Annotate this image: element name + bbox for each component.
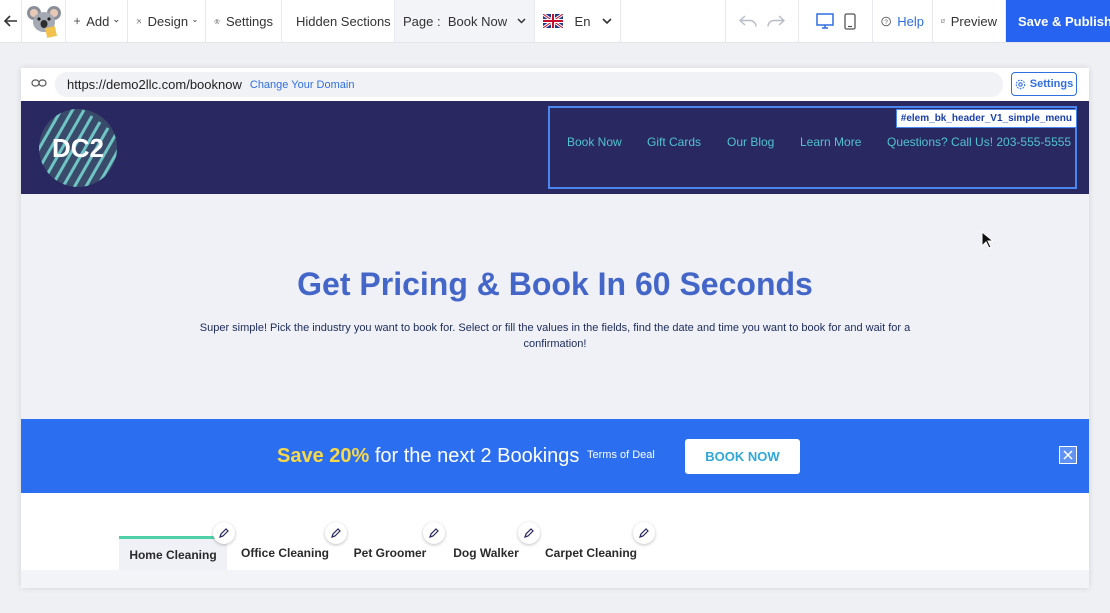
tab-home-cleaning[interactable]: Home Cleaning [119, 536, 227, 570]
pencil-icon [639, 528, 649, 538]
edit-tab-button[interactable] [423, 522, 445, 544]
tab-dog-walker[interactable]: Dog Walker [451, 536, 521, 570]
save-publish-button[interactable]: Save & Publish [1006, 0, 1110, 42]
header-menu-selection[interactable]: #elem_bk_header_V1_simple_menu Book Now … [548, 106, 1077, 189]
close-banner-button[interactable] [1059, 446, 1077, 464]
language-selector[interactable]: En [535, 0, 621, 42]
chevron-down-icon [193, 19, 197, 23]
site-header[interactable]: DC2 #elem_bk_header_V1_simple_menu Book … [21, 101, 1089, 194]
change-domain-link[interactable]: Change Your Domain [250, 79, 355, 91]
promo-text: Save 20% for the next 2 Bookings [277, 445, 579, 468]
industry-tabs: Home Cleaning Office Cleaning Pet Groome… [21, 493, 1089, 588]
question-circle-icon: ? [881, 16, 891, 26]
link-icon [31, 79, 47, 87]
add-label: Add [86, 13, 110, 29]
arrow-left-icon [3, 15, 17, 27]
menu-item-our-blog[interactable]: Our Blog [727, 135, 774, 149]
mouse-cursor-icon [981, 231, 993, 249]
page-selector-text: Page : Book Now [403, 14, 507, 29]
help-button[interactable]: ? Help [873, 0, 933, 42]
pencil-icon [524, 528, 534, 538]
settings-button[interactable]: Settings [206, 0, 282, 42]
menu-item-learn-more[interactable]: Learn More [800, 135, 861, 149]
pencil-icon [331, 528, 341, 538]
menu-item-call-us[interactable]: Questions? Call Us! 203-555-5555 [887, 135, 1071, 149]
tab-pet-groomer[interactable]: Pet Groomer [351, 536, 429, 570]
design-label: Design [147, 13, 189, 29]
promo-rest: for the next 2 Bookings [369, 445, 580, 467]
tab-office-cleaning[interactable]: Office Cleaning [238, 536, 332, 570]
page-settings-button[interactable]: Settings [1011, 72, 1077, 96]
preview-button[interactable]: Preview [933, 0, 1006, 42]
hero-subtitle: Super simple! Pick the industry you want… [199, 322, 911, 350]
save-publish-label: Save & Publish [1018, 13, 1110, 29]
menu-item-gift-cards[interactable]: Gift Cards [647, 135, 701, 149]
plus-icon [74, 17, 81, 25]
help-label: Help [897, 13, 924, 29]
device-toggle [799, 0, 873, 42]
external-link-icon [941, 19, 945, 23]
uk-flag-icon [543, 14, 563, 28]
chevron-down-icon [114, 19, 119, 23]
book-now-button[interactable]: BOOK NOW [685, 439, 800, 474]
chevron-down-icon [517, 18, 526, 24]
hero-section[interactable]: Get Pricing & Book In 60 Seconds Super s… [21, 194, 1089, 419]
add-menu[interactable]: Add [66, 0, 128, 42]
redo-icon[interactable] [767, 15, 785, 27]
page-selector[interactable]: Page : Book Now [395, 0, 535, 42]
hidden-sections-button[interactable]: Hidden Sections [282, 0, 395, 42]
language-label: En [574, 13, 591, 29]
gear-icon [214, 18, 220, 24]
chevron-down-icon [602, 17, 612, 24]
design-tools-icon [136, 18, 141, 24]
pencil-icon [219, 528, 229, 538]
design-menu[interactable]: Design [128, 0, 206, 42]
hidden-sections-label: Hidden Sections [296, 13, 391, 29]
desktop-icon[interactable] [815, 13, 834, 29]
tab-carpet-cleaning[interactable]: Carpet Cleaning [544, 536, 638, 570]
edit-tab-button[interactable] [633, 522, 655, 544]
url-bar: https://demo2llc.com/booknow Change Your… [21, 68, 1089, 101]
dc2-logo[interactable]: DC2 [38, 108, 118, 188]
gear-icon [1015, 79, 1026, 89]
preview-label: Preview [950, 13, 997, 29]
undo-redo-group [726, 0, 799, 42]
page-settings-label: Settings [1029, 78, 1074, 90]
edit-tab-button[interactable] [518, 522, 540, 544]
page-value: Book Now [447, 13, 508, 29]
koala-logo[interactable] [22, 0, 66, 42]
back-button[interactable] [0, 0, 22, 42]
page-prefix: Page : [403, 13, 441, 29]
page-url: https://demo2llc.com/booknow [67, 77, 242, 92]
tab-content-strip [21, 570, 1089, 588]
selected-element-tag: #elem_bk_header_V1_simple_menu [895, 109, 1077, 128]
mobile-icon[interactable] [843, 12, 856, 30]
close-icon [1063, 450, 1073, 460]
pencil-icon [429, 528, 439, 538]
settings-label: Settings [226, 13, 273, 29]
koala-logo-icon [26, 6, 61, 38]
edit-tab-button[interactable] [325, 522, 347, 544]
promo-highlight: Save 20% [277, 445, 370, 467]
hero-title: Get Pricing & Book In 60 Seconds [297, 266, 813, 302]
undo-icon[interactable] [739, 15, 757, 27]
terms-of-deal-link[interactable]: Terms of Deal [587, 449, 655, 461]
toolbar-spacer [621, 0, 726, 42]
promo-banner[interactable]: Save 20% for the next 2 Bookings Terms o… [21, 419, 1089, 493]
svg-text:?: ? [884, 18, 888, 25]
logo-text: DC2 [52, 133, 104, 163]
page-preview-frame: https://demo2llc.com/booknow Change Your… [21, 68, 1089, 588]
edit-tab-button[interactable] [213, 522, 235, 544]
url-pill: https://demo2llc.com/booknow Change Your… [55, 72, 1003, 97]
editor-toolbar: Add Design Settings Hidden Sections Page… [0, 0, 1110, 43]
menu-item-book-now[interactable]: Book Now [567, 135, 622, 149]
